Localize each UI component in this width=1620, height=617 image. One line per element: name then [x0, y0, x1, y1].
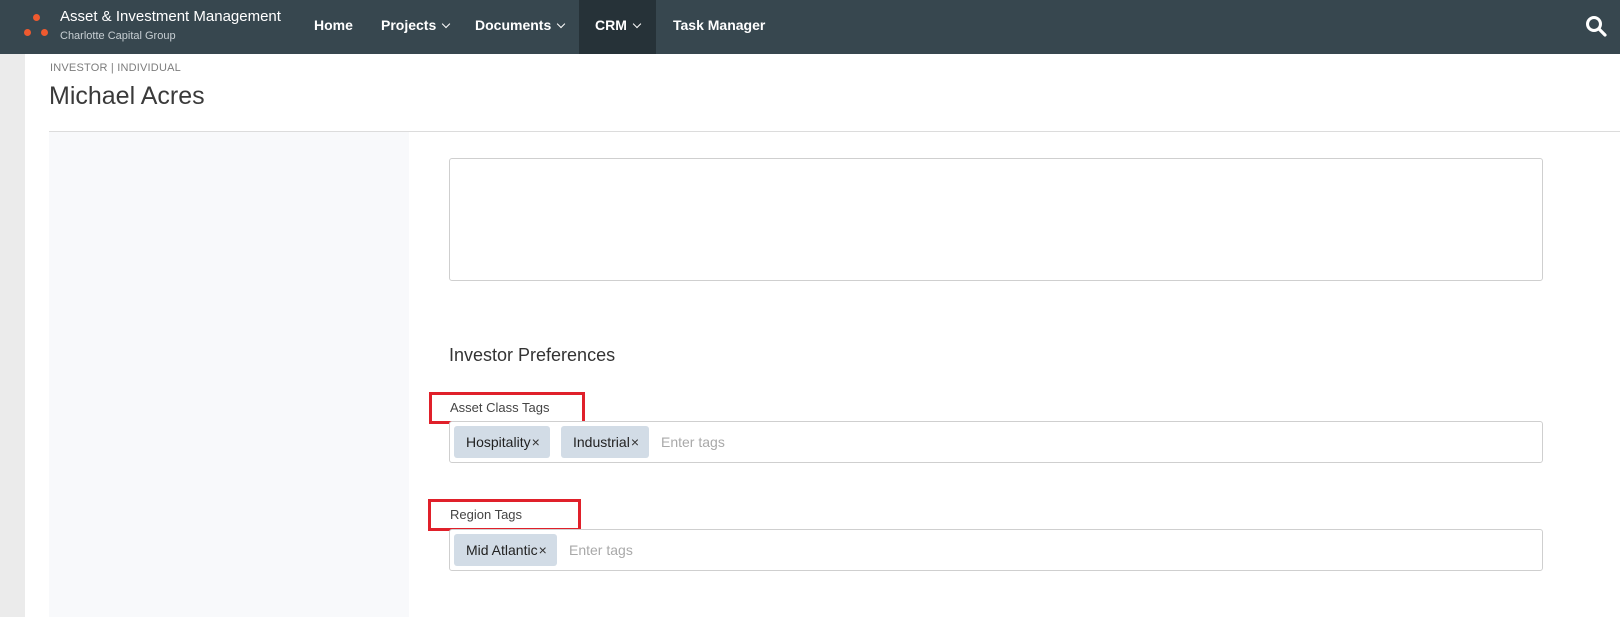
nav-home[interactable]: Home: [298, 0, 369, 54]
region-tags-field[interactable]: Mid Atlantic×: [449, 529, 1543, 571]
search-icon[interactable]: [1585, 15, 1607, 37]
left-gutter: [0, 54, 25, 617]
tag-chip: Industrial×: [561, 426, 649, 458]
region-tag-input[interactable]: [569, 534, 869, 566]
tag-label: Mid Atlantic: [466, 542, 538, 558]
nav-task-manager[interactable]: Task Manager: [657, 0, 781, 54]
app-logo[interactable]: [22, 12, 50, 38]
tag-chip: Mid Atlantic×: [454, 534, 557, 566]
side-panel: [49, 132, 409, 617]
nav-task-manager-label: Task Manager: [673, 17, 766, 33]
notes-textarea[interactable]: [449, 158, 1543, 281]
close-icon[interactable]: ×: [532, 426, 550, 458]
asset-class-label: Asset Class Tags: [450, 400, 550, 415]
chevron-down-icon: [556, 19, 566, 29]
nav-projects[interactable]: Projects: [365, 0, 465, 54]
nav-documents[interactable]: Documents: [459, 0, 580, 54]
region-label: Region Tags: [450, 507, 523, 522]
asset-class-tags-field[interactable]: Hospitality× Industrial×: [449, 421, 1543, 463]
app-subtitle: Charlotte Capital Group: [60, 30, 176, 42]
tag-chip: Hospitality×: [454, 426, 550, 458]
nav-crm-label: CRM: [595, 17, 627, 33]
page-title: Michael Acres: [49, 82, 205, 110]
nav-projects-label: Projects: [381, 17, 437, 33]
close-icon[interactable]: ×: [631, 426, 649, 458]
nav-documents-label: Documents: [475, 17, 552, 33]
app-title[interactable]: Asset & Investment Management: [60, 8, 281, 25]
asset-class-tag-input[interactable]: [661, 426, 961, 458]
nav-home-label: Home: [314, 17, 353, 33]
nav-crm[interactable]: CRM: [579, 0, 656, 54]
breadcrumb: INVESTOR | INDIVIDUAL: [50, 62, 181, 74]
chevron-down-icon: [442, 19, 451, 29]
tag-label: Industrial: [573, 434, 630, 450]
top-navbar: Asset & Investment Management Charlotte …: [0, 0, 1620, 54]
section-title: Investor Preferences: [449, 345, 616, 365]
chevron-down-icon: [632, 19, 642, 29]
close-icon[interactable]: ×: [539, 534, 557, 566]
tag-label: Hospitality: [466, 434, 531, 450]
